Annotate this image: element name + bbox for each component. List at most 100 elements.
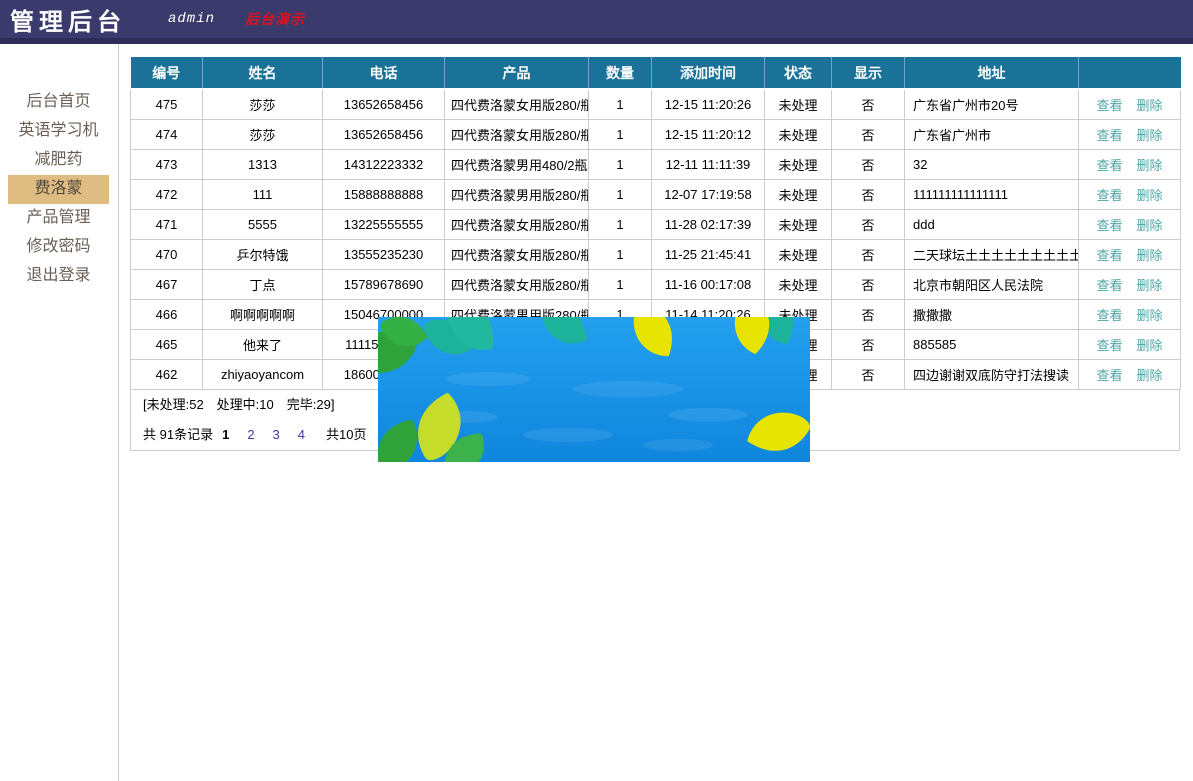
cell-product: 四代费洛蒙女用版280/瓶 xyxy=(445,89,589,120)
cell-actions: 查看删除 xyxy=(1079,240,1181,270)
cell-status: 未处理 xyxy=(765,240,832,270)
view-link[interactable]: 查看 xyxy=(1096,278,1122,293)
cell-show: 否 xyxy=(832,300,905,330)
cell-time: 12-15 11:20:26 xyxy=(652,89,765,120)
cell-time: 12-15 11:20:12 xyxy=(652,120,765,150)
delete-link[interactable]: 删除 xyxy=(1137,338,1163,353)
cell-qty: 1 xyxy=(589,120,652,150)
cell-show: 否 xyxy=(832,180,905,210)
cell-address: 二天球坛土土土土土土土土土f xyxy=(905,240,1079,270)
cell-actions: 查看删除 xyxy=(1079,150,1181,180)
cell-show: 否 xyxy=(832,240,905,270)
sidebar-item[interactable]: 后台首页 xyxy=(8,88,109,117)
sidebar-item[interactable]: 修改密码 xyxy=(8,233,109,262)
cell-actions: 查看删除 xyxy=(1079,210,1181,240)
page-link[interactable]: 4 xyxy=(298,427,305,442)
cell-address: 885585 xyxy=(905,330,1079,360)
cell-show: 否 xyxy=(832,270,905,300)
cell-qty: 1 xyxy=(589,210,652,240)
sidebar-item[interactable]: 减肥药 xyxy=(8,146,109,175)
cell-status: 未处理 xyxy=(765,210,832,240)
delete-link[interactable]: 删除 xyxy=(1137,248,1163,263)
delete-link[interactable]: 删除 xyxy=(1137,158,1163,173)
view-link[interactable]: 查看 xyxy=(1096,158,1122,173)
flash-ad-banner xyxy=(378,317,810,462)
sidebar-item[interactable]: 英语学习机 xyxy=(8,117,109,146)
view-link[interactable]: 查看 xyxy=(1096,308,1122,323)
sidebar-item[interactable]: 退出登录 xyxy=(8,262,109,291)
view-link[interactable]: 查看 xyxy=(1096,218,1122,233)
column-header: 状态 xyxy=(765,58,832,90)
cell-phone: 13555235230 xyxy=(323,240,445,270)
delete-link[interactable]: 删除 xyxy=(1137,368,1163,383)
table-row: 470乒尔特饿13555235230四代费洛蒙女用版280/瓶111-25 21… xyxy=(131,240,1181,270)
cell-actions: 查看删除 xyxy=(1079,270,1181,300)
view-link[interactable]: 查看 xyxy=(1096,248,1122,263)
view-link[interactable]: 查看 xyxy=(1096,368,1122,383)
cell-id: 474 xyxy=(131,120,203,150)
table-row: 467丁点15789678690四代费洛蒙女用版280/瓶111-16 00:1… xyxy=(131,270,1181,300)
cell-qty: 1 xyxy=(589,180,652,210)
table-row: 473131314312223332四代费洛蒙男用480/2瓶112-11 11… xyxy=(131,150,1181,180)
cell-phone: 14312223332 xyxy=(323,150,445,180)
cell-qty: 1 xyxy=(589,240,652,270)
cell-show: 否 xyxy=(832,210,905,240)
cell-product: 四代费洛蒙女用版280/瓶 xyxy=(445,120,589,150)
cell-name: 啊啊啊啊啊 xyxy=(203,300,323,330)
cell-id: 466 xyxy=(131,300,203,330)
delete-link[interactable]: 删除 xyxy=(1137,218,1163,233)
cell-phone: 13652658456 xyxy=(323,89,445,120)
cell-phone: 13652658456 xyxy=(323,120,445,150)
page-link[interactable]: 2 xyxy=(247,427,254,442)
sidebar: 后台首页英语学习机减肥药费洛蒙产品管理修改密码退出登录 xyxy=(0,44,119,781)
cell-name: zhiyaoyancom xyxy=(203,360,323,390)
cell-id: 472 xyxy=(131,180,203,210)
delete-link[interactable]: 删除 xyxy=(1137,188,1163,203)
cell-phone: 15789678690 xyxy=(323,270,445,300)
page-link[interactable]: 3 xyxy=(273,427,280,442)
cell-phone: 15888888888 xyxy=(323,180,445,210)
cell-time: 11-25 21:45:41 xyxy=(652,240,765,270)
username-label: admin xyxy=(168,11,215,27)
cell-name: 他来了 xyxy=(203,330,323,360)
sidebar-item[interactable]: 产品管理 xyxy=(8,204,109,233)
cell-product: 四代费洛蒙女用版280/瓶 xyxy=(445,240,589,270)
current-page: 1 xyxy=(222,427,229,442)
delete-link[interactable]: 删除 xyxy=(1137,278,1163,293)
cell-status: 未处理 xyxy=(765,120,832,150)
records-count-label: 共 91条记录 xyxy=(143,427,213,442)
cell-address: 111111111111111 xyxy=(905,180,1079,210)
cell-status: 未处理 xyxy=(765,270,832,300)
column-header: 姓名 xyxy=(203,58,323,90)
view-link[interactable]: 查看 xyxy=(1096,188,1122,203)
total-pages-label: 共10页 xyxy=(326,427,366,442)
cell-time: 11-16 00:17:08 xyxy=(652,270,765,300)
cell-address: 北京市朝阳区人民法院 xyxy=(905,270,1079,300)
view-link[interactable]: 查看 xyxy=(1096,338,1122,353)
view-link[interactable]: 查看 xyxy=(1096,98,1122,113)
cell-address: 32 xyxy=(905,150,1079,180)
cell-id: 471 xyxy=(131,210,203,240)
cell-id: 475 xyxy=(131,89,203,120)
column-header: 显示 xyxy=(832,58,905,90)
cell-address: 四边谢谢双底防守打法搜读 xyxy=(905,360,1079,390)
cell-address: 广东省广州市20号 xyxy=(905,89,1079,120)
view-link[interactable]: 查看 xyxy=(1096,128,1122,143)
cell-product: 四代费洛蒙男用480/2瓶 xyxy=(445,150,589,180)
delete-link[interactable]: 删除 xyxy=(1137,98,1163,113)
cell-name: 1313 xyxy=(203,150,323,180)
demo-link[interactable]: 后台演示 xyxy=(245,9,305,29)
banner-graphic xyxy=(378,317,810,462)
column-header: 产品 xyxy=(445,58,589,90)
cell-name: 丁点 xyxy=(203,270,323,300)
cell-qty: 1 xyxy=(589,150,652,180)
delete-link[interactable]: 删除 xyxy=(1137,308,1163,323)
cell-actions: 查看删除 xyxy=(1079,180,1181,210)
cell-name: 莎莎 xyxy=(203,89,323,120)
sidebar-item[interactable]: 费洛蒙 xyxy=(8,175,109,204)
page: { "topbar": { "title": "管理后台", "username… xyxy=(0,0,1193,781)
column-header: 地址 xyxy=(905,58,1079,90)
table-row: 475莎莎13652658456四代费洛蒙女用版280/瓶112-15 11:2… xyxy=(131,89,1181,120)
table-header-row: 编号姓名电话产品数量添加时间状态显示地址 xyxy=(131,58,1181,90)
delete-link[interactable]: 删除 xyxy=(1137,128,1163,143)
